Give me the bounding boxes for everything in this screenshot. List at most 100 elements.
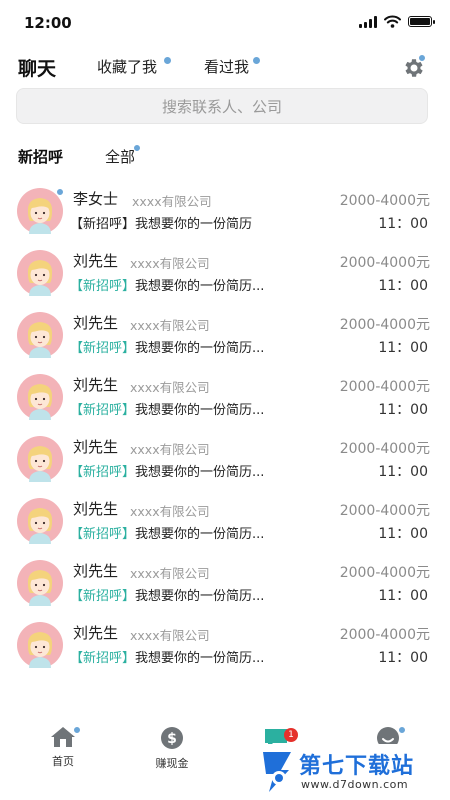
message-preview: 【新招呼】我想要你的一份简历... — [70, 585, 264, 604]
company-name: xxxx有限公司 — [130, 442, 210, 457]
contact-name: 刘先生 — [73, 562, 119, 580]
watermark: 第七下载站 www.d7down.com — [255, 744, 450, 800]
message-preview: 【新招呼】我想要你的一份简历... — [70, 461, 264, 480]
conversation-row[interactable]: 刘先生 xxxx有限公司 2000-4000元 【新招呼】我想要你的一份简历..… — [0, 362, 450, 424]
avatar-icon — [17, 622, 63, 668]
new-greeting-tag: 【新招呼】 — [70, 403, 136, 418]
watermark-url: www.d7down.com — [301, 778, 409, 791]
company-name: xxxx有限公司 — [132, 194, 212, 209]
message-time: 11：00 — [378, 340, 428, 356]
conversation-row[interactable]: 刘先生 xxxx有限公司 2000-4000元 【新招呼】我想要你的一份简历..… — [0, 424, 450, 486]
new-greeting-tag: 【新招呼】 — [70, 465, 136, 480]
conversation-row[interactable]: 刘先生 xxxx有限公司 2000-4000元 【新招呼】我想要你的一份简历..… — [0, 548, 450, 610]
new-greeting-tag: 【新招呼】 — [70, 217, 136, 232]
unread-dot — [398, 726, 406, 734]
message-text: 我想要你的一份简历... — [135, 403, 265, 418]
status-bar: 12:00 — [0, 0, 450, 46]
conversation-row[interactable]: 刘先生 xxxx有限公司 2000-4000元 【新招呼】我想要你的一份简历..… — [0, 238, 450, 300]
avatar-icon — [17, 560, 63, 606]
unread-dot — [56, 188, 64, 196]
salary-range: 2000-4000元 — [339, 255, 430, 271]
unread-dot — [163, 56, 172, 65]
message-preview: 【新招呼】我想要你的一份简历... — [70, 399, 264, 418]
company-name: xxxx有限公司 — [130, 628, 210, 643]
unread-dot — [418, 54, 426, 62]
dollar-icon: $ — [161, 727, 183, 749]
conversation-row[interactable]: 刘先生 xxxx有限公司 2000-4000元 【新招呼】我想要你的一份简历..… — [0, 486, 450, 548]
status-time: 12:00 — [24, 14, 72, 32]
conversation-row[interactable]: 李女士 xxxx有限公司 2000-4000元 【新招呼】我想要你的一份简历 1… — [0, 176, 450, 238]
filter-new-greeting[interactable]: 新招呼 — [18, 146, 63, 167]
contact-name: 刘先生 — [73, 376, 119, 394]
nav-earn[interactable]: $ 赚现金 — [142, 726, 202, 771]
new-greeting-tag: 【新招呼】 — [70, 279, 136, 294]
contact-name: 李女士 — [73, 190, 119, 208]
contact-name: 刘先生 — [73, 252, 119, 270]
message-count-badge: 1 — [284, 728, 298, 742]
company-name: xxxx有限公司 — [130, 380, 210, 395]
filter-all[interactable]: 全部 — [105, 146, 135, 167]
salary-range: 2000-4000元 — [339, 627, 430, 643]
conversation-row[interactable]: 刘先生 xxxx有限公司 2000-4000元 【新招呼】我想要你的一份简历..… — [0, 610, 450, 672]
search-placeholder: 搜索联系人、公司 — [161, 97, 282, 116]
message-text: 我想要你的一份简历... — [135, 651, 265, 666]
filter-tabs: 新招呼 全部 — [0, 140, 450, 172]
message-time: 11：00 — [378, 216, 428, 232]
message-text: 我想要你的一份简历... — [135, 465, 265, 480]
message-preview: 【新招呼】我想要你的一份简历 — [70, 213, 252, 232]
watermark-title: 第七下载站 — [299, 754, 415, 779]
avatar-icon — [17, 374, 63, 420]
new-greeting-tag: 【新招呼】 — [70, 527, 136, 542]
message-text: 我想要你的一份简历... — [135, 341, 265, 356]
avatar-icon — [17, 250, 63, 296]
tab-chat[interactable]: 聊天 — [18, 54, 56, 81]
message-preview: 【新招呼】我想要你的一份简历... — [70, 337, 264, 356]
nav-home-label: 首页 — [52, 755, 74, 768]
salary-range: 2000-4000元 — [339, 441, 430, 457]
contact-name: 刘先生 — [73, 624, 119, 642]
contact-name: 刘先生 — [73, 314, 119, 332]
message-time: 11：00 — [378, 402, 428, 418]
nav-earn-label: 赚现金 — [155, 757, 189, 770]
search-input[interactable]: 搜索联系人、公司 — [16, 88, 428, 124]
svg-text:$: $ — [167, 731, 177, 747]
avatar-icon — [17, 188, 63, 234]
watermark-logo-icon — [263, 752, 291, 792]
message-preview: 【新招呼】我想要你的一份简历... — [70, 275, 264, 294]
tab-viewed-me[interactable]: 看过我 — [204, 56, 249, 77]
company-name: xxxx有限公司 — [130, 504, 210, 519]
status-icons — [359, 15, 435, 28]
wifi-icon — [384, 15, 401, 28]
salary-range: 2000-4000元 — [339, 317, 430, 333]
salary-range: 2000-4000元 — [339, 503, 430, 519]
new-greeting-tag: 【新招呼】 — [70, 589, 136, 604]
message-text: 我想要你的一份简历... — [135, 527, 265, 542]
message-text: 我想要你的一份简历 — [135, 217, 253, 232]
unread-dot — [133, 144, 141, 152]
conversation-row[interactable]: 刘先生 xxxx有限公司 2000-4000元 【新招呼】我想要你的一份简历..… — [0, 300, 450, 362]
salary-range: 2000-4000元 — [339, 193, 430, 209]
contact-name: 刘先生 — [73, 500, 119, 518]
nav-home[interactable]: 首页 — [33, 726, 93, 769]
message-preview: 【新招呼】我想要你的一份简历... — [70, 523, 264, 542]
battery-icon — [408, 16, 435, 27]
message-text: 我想要你的一份简历... — [135, 279, 265, 294]
message-time: 11：00 — [378, 588, 428, 604]
message-time: 11：00 — [378, 650, 428, 666]
message-preview: 【新招呼】我想要你的一份简历... — [70, 647, 264, 666]
message-text: 我想要你的一份简历... — [135, 589, 265, 604]
unread-dot — [252, 56, 261, 65]
message-time: 11：00 — [378, 464, 428, 480]
company-name: xxxx有限公司 — [130, 318, 210, 333]
new-greeting-tag: 【新招呼】 — [70, 651, 136, 666]
tab-favorited-me[interactable]: 收藏了我 — [97, 56, 157, 77]
salary-range: 2000-4000元 — [339, 379, 430, 395]
contact-name: 刘先生 — [73, 438, 119, 456]
new-greeting-tag: 【新招呼】 — [70, 341, 136, 356]
avatar-icon — [17, 498, 63, 544]
top-tabs: 聊天 收藏了我 看过我 — [0, 46, 450, 90]
avatar-icon — [17, 436, 63, 482]
salary-range: 2000-4000元 — [339, 565, 430, 581]
company-name: xxxx有限公司 — [130, 566, 210, 581]
signal-icon — [359, 15, 377, 28]
